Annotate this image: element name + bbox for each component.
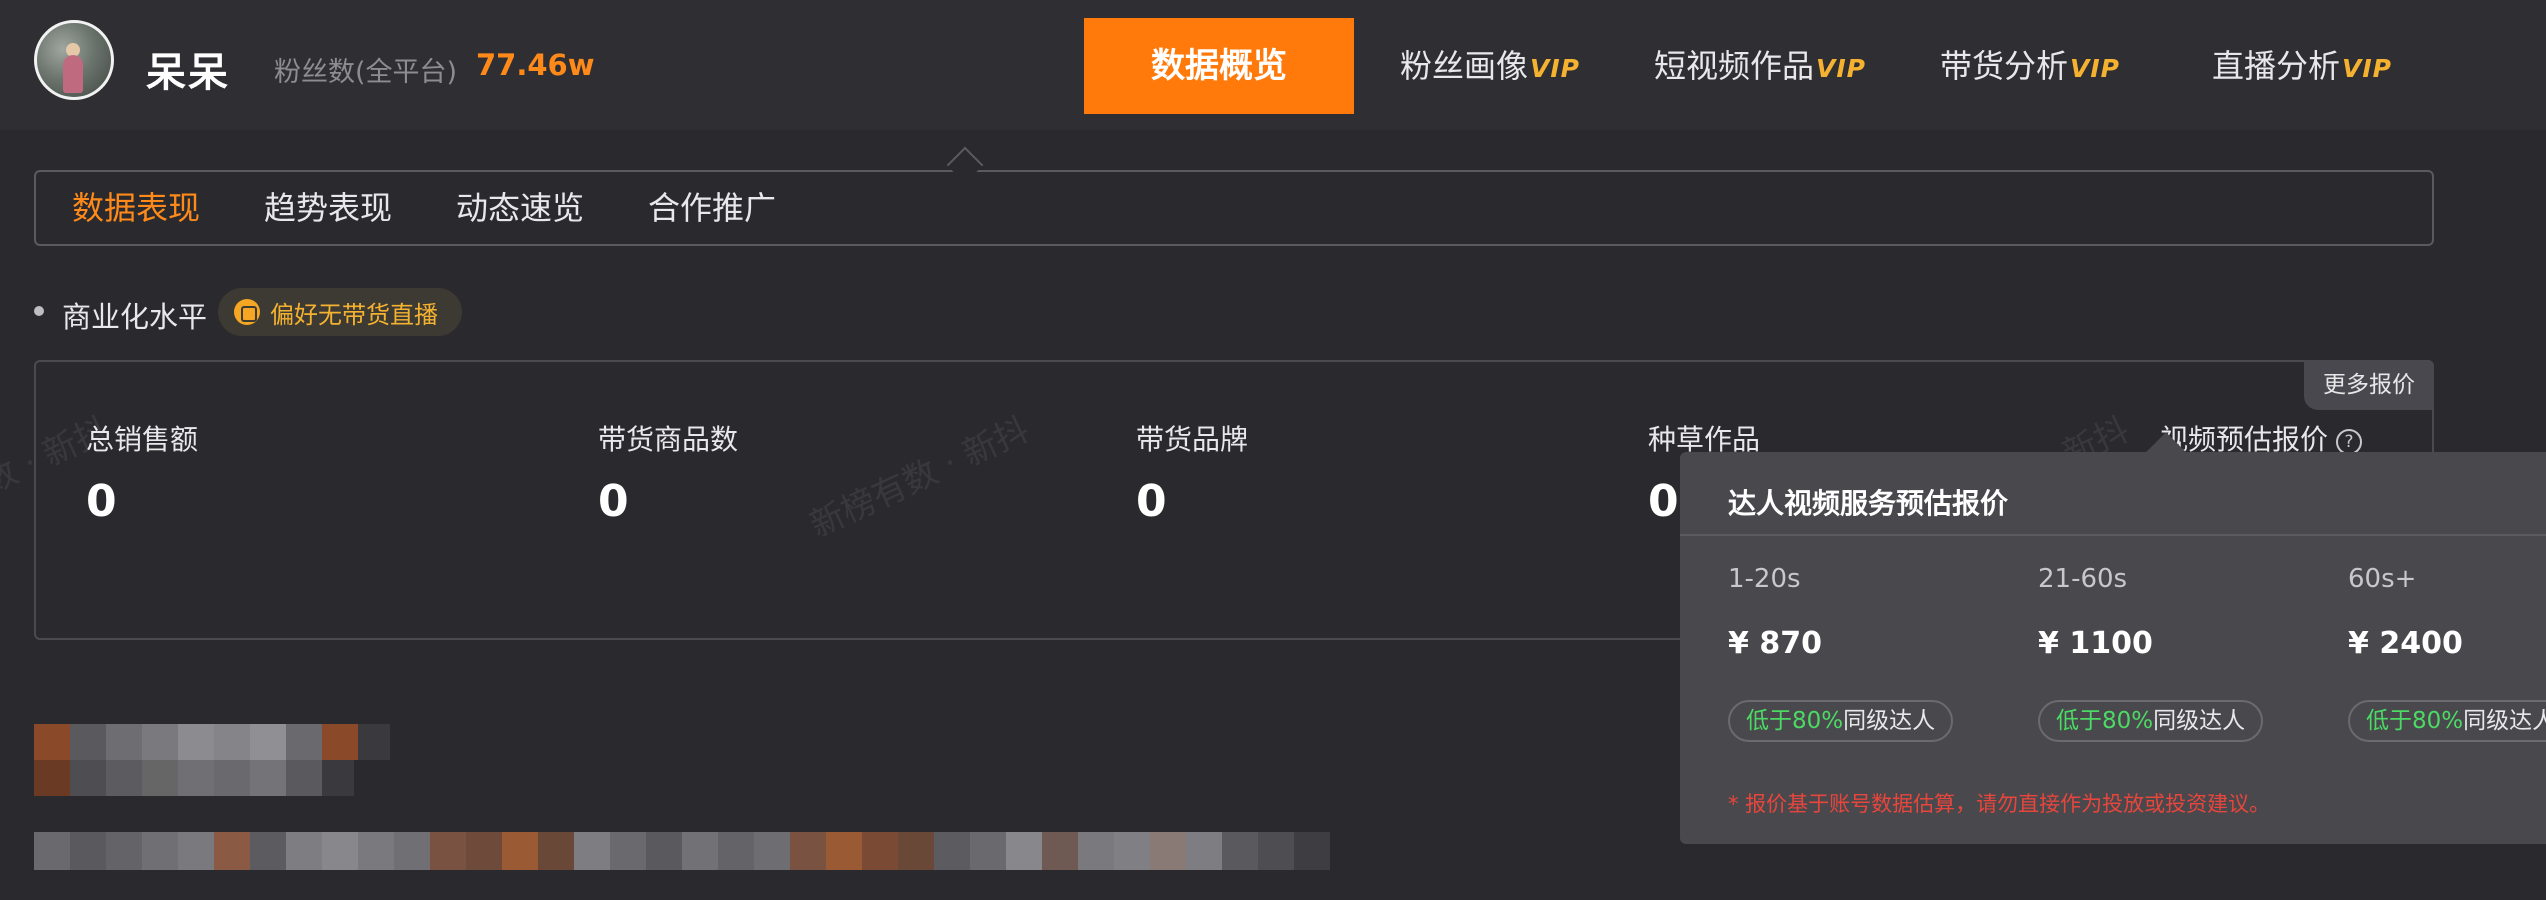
stat-label-product-count: 带货商品数: [598, 423, 739, 456]
section-title: 商业化水平: [62, 300, 208, 334]
stat-value-product-count: 0: [598, 476, 629, 527]
quote-tier: 1-20s ¥ 870 低于80%同级达人: [1728, 564, 2028, 784]
badge-text: 同级达人: [2463, 708, 2546, 734]
badge-percent: 低于80%: [2056, 708, 2154, 734]
badge-text: 同级达人: [1843, 708, 1936, 734]
nav-label: 直播分析: [2212, 47, 2341, 85]
blurred-content: [34, 832, 1454, 870]
fans-count-value: 77.46w: [476, 48, 595, 82]
tier-price: ¥ 1100: [2038, 626, 2153, 661]
nav-label: 带货分析: [1940, 47, 2069, 85]
top-header: 呆呆 粉丝数(全平台) 77.46w 数据概览 粉丝画像VIP 短视频作品VIP…: [0, 0, 2546, 130]
vip-tag: VIP: [1816, 54, 1866, 83]
tab-trend-performance[interactable]: 趋势表现: [264, 172, 392, 244]
stat-value-total-sales: 0: [86, 476, 117, 527]
divider: [1680, 534, 2546, 536]
vip-tag: VIP: [2070, 54, 2120, 83]
tab-data-performance[interactable]: 数据表现: [72, 172, 200, 244]
nav-short-videos[interactable]: 短视频作品VIP: [1654, 18, 1866, 114]
sub-tabs: 数据表现 趋势表现 动态速览 合作推广: [34, 170, 2434, 246]
badge-percent: 低于80%: [1746, 708, 1844, 734]
stat-value-seeding-works: 0: [1648, 476, 1679, 527]
nav-fan-profile[interactable]: 粉丝画像VIP: [1400, 18, 1580, 114]
tier-comparison-badge: 低于80%同级达人: [1728, 700, 1954, 742]
tab-activity-overview[interactable]: 动态速览: [456, 172, 584, 244]
tier-duration: 60s+: [2348, 564, 2417, 594]
vip-tag: VIP: [2342, 54, 2392, 83]
fans-count-label: 粉丝数(全平台): [274, 57, 458, 88]
nav-sales-analysis[interactable]: 带货分析VIP: [1940, 18, 2120, 114]
stat-value-brands: 0: [1136, 476, 1167, 527]
tier-duration: 1-20s: [1728, 564, 1801, 594]
nav-label: 数据概览: [1151, 46, 1287, 86]
nav-live-analysis[interactable]: 直播分析VIP: [2212, 18, 2392, 114]
badge-text: 同级达人: [2153, 708, 2246, 734]
video-quote-popover: 达人视频服务预估报价 1-20s ¥ 870 低于80%同级达人 21-60s …: [1680, 452, 2546, 844]
preference-badge-text: 偏好无带货直播: [270, 300, 438, 329]
nickname: 呆呆: [146, 50, 230, 96]
quote-tier: 60s+ ¥ 2400 低于80%同级达人: [2348, 564, 2546, 784]
blurred-content: [34, 760, 354, 796]
avatar[interactable]: [34, 20, 114, 100]
live-icon: [234, 299, 260, 325]
more-quote-button[interactable]: 更多报价: [2304, 360, 2434, 410]
popover-title: 达人视频服务预估报价: [1728, 487, 2009, 520]
page: 呆呆 粉丝数(全平台) 77.46w 数据概览 粉丝画像VIP 短视频作品VIP…: [0, 0, 2546, 900]
preference-badge: 偏好无带货直播: [218, 288, 462, 336]
disclaimer-note: * 报价基于账号数据估算，请勿直接作为投放或投资建议。: [1728, 792, 2271, 816]
tier-price: ¥ 870: [1728, 626, 1822, 661]
badge-percent: 低于80%: [2366, 708, 2464, 734]
quote-tier: 21-60s ¥ 1100 低于80%同级达人: [2038, 564, 2338, 784]
tier-comparison-badge: 低于80%同级达人: [2348, 700, 2546, 742]
nav-label: 短视频作品: [1654, 47, 1815, 85]
stat-label-brands: 带货品牌: [1136, 423, 1249, 456]
tab-cooperation[interactable]: 合作推广: [648, 172, 776, 244]
tier-price: ¥ 2400: [2348, 626, 2463, 661]
tier-comparison-badge: 低于80%同级达人: [2038, 700, 2264, 742]
bullet-dot: [34, 306, 44, 316]
vip-tag: VIP: [1530, 54, 1580, 83]
nav-label: 粉丝画像: [1400, 47, 1529, 85]
tier-duration: 21-60s: [2038, 564, 2128, 594]
nav-data-overview[interactable]: 数据概览: [1084, 18, 1354, 114]
blurred-content: [34, 724, 390, 760]
